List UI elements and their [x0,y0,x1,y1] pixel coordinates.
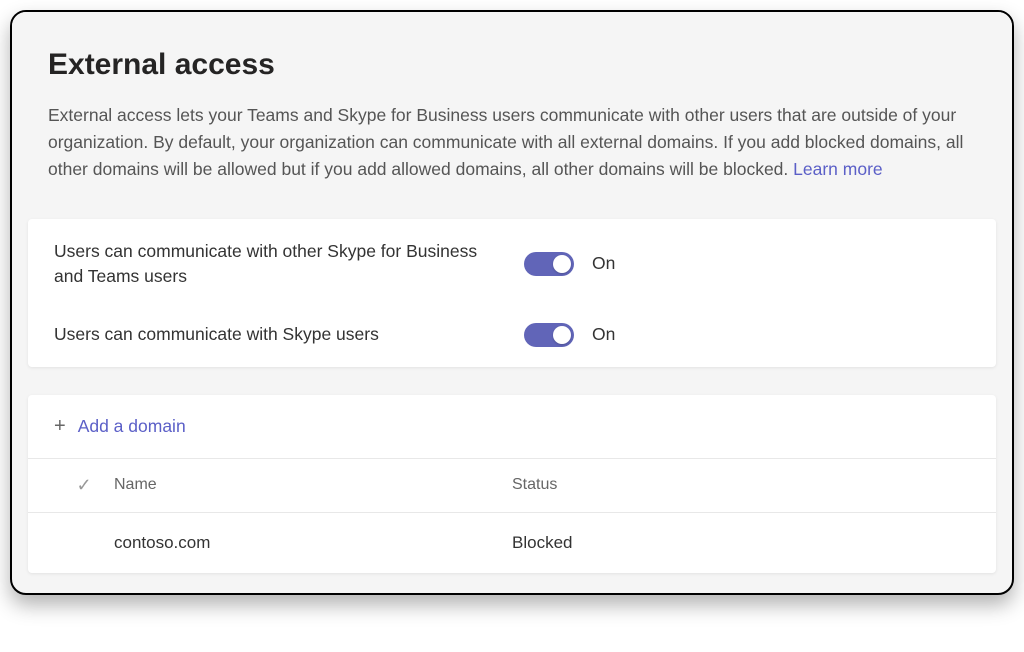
domains-section: + Add a domain ✓ Name Status contoso.com… [28,395,996,573]
toggle-skype-business-teams[interactable] [524,252,574,276]
description-text: External access lets your Teams and Skyp… [48,102,976,183]
setting-label: Users can communicate with Skype users [54,322,524,347]
table-row[interactable]: contoso.com Blocked [28,513,996,573]
settings-card: Users can communicate with other Skype f… [28,219,996,367]
page-title: External access [48,48,976,82]
learn-more-link[interactable]: Learn more [793,159,883,179]
setting-row-skype-users: Users can communicate with Skype users O… [28,308,996,367]
add-domain-label: Add a domain [78,416,186,437]
select-all-column[interactable]: ✓ [54,475,114,496]
toggle-knob [553,255,571,273]
header-section: External access External access lets you… [12,12,1012,211]
setting-label: Users can communicate with other Skype f… [54,239,524,288]
toggle-group: On [524,323,615,347]
toggle-skype-users[interactable] [524,323,574,347]
toggle-knob [553,326,571,344]
toggle-state-label: On [592,253,615,274]
domains-table-header: ✓ Name Status [28,459,996,513]
toggle-group: On [524,252,615,276]
row-name: contoso.com [114,533,512,553]
column-header-status[interactable]: Status [512,476,970,494]
add-domain-row: + Add a domain [28,395,996,459]
toggle-state-label: On [592,324,615,345]
checkmark-icon: ✓ [76,475,91,496]
column-header-name[interactable]: Name [114,476,512,494]
row-status: Blocked [512,533,970,553]
add-domain-button[interactable]: + Add a domain [54,415,186,438]
setting-row-skype-business-teams: Users can communicate with other Skype f… [28,219,996,308]
plus-icon: + [54,415,66,438]
external-access-panel: External access External access lets you… [10,10,1014,595]
